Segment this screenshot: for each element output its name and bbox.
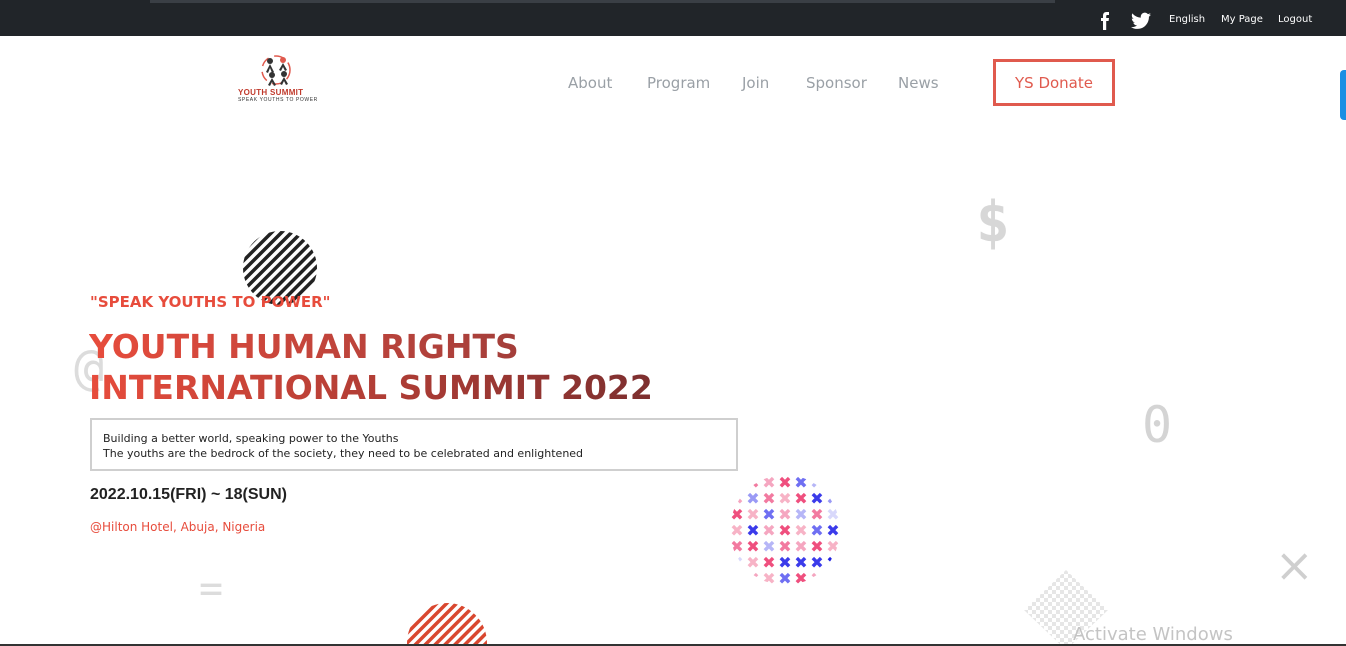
nav-program[interactable]: Program — [647, 74, 710, 92]
svg-text:✖: ✖ — [730, 553, 743, 572]
equals-symbol-icon: = — [199, 566, 224, 612]
facebook-icon[interactable] — [1099, 12, 1111, 30]
svg-text:✖: ✖ — [826, 474, 839, 492]
logo-subtitle: SPEAK YOUTHS TO POWER — [238, 97, 318, 103]
site-logo[interactable]: YOUTH SUMMIT SPEAK YOUTHS TO POWER — [236, 52, 326, 108]
striped-circle-red-icon — [407, 603, 487, 646]
cross-pattern-circle-icon: ✖ ✖ ✖ ✖ ✖ ✖ ✖ ✖ ✖ ✖ ✖ ✖ ✖ ✖ ✖ ✖ ✖ ✖ ✖ ✖ ✖ ✖ ✖ ✖ ✖ ✖ ✖ ✖ ✖ ✖ ✖ ✖ ✖ ✖ ✖ … — [730, 474, 839, 586]
logout-link[interactable]: Logout — [1278, 14, 1312, 25]
svg-text:✖: ✖ — [778, 569, 791, 586]
top-bar: English My Page Logout — [0, 0, 1346, 36]
logo-title: YOUTH SUMMIT — [238, 88, 304, 97]
nav-join[interactable]: Join — [742, 74, 769, 92]
nav-news[interactable]: News — [898, 74, 939, 92]
activate-windows-watermark: Activate Windows — [1073, 624, 1233, 645]
browser-edge-line — [150, 0, 1055, 3]
event-venue: @Hilton Hotel, Abuja, Nigeria — [90, 520, 266, 534]
side-tab[interactable] — [1340, 70, 1346, 120]
svg-text:✖: ✖ — [826, 553, 839, 572]
svg-text:✖: ✖ — [762, 569, 775, 586]
svg-text:✖: ✖ — [826, 569, 839, 586]
donate-button[interactable]: YS Donate — [993, 59, 1115, 106]
hero-tagline: "SPEAK YOUTHS TO POWER" — [90, 293, 331, 311]
hero-description-line-2: The youths are the bedrock of the societ… — [103, 447, 584, 460]
svg-text:✖: ✖ — [730, 569, 743, 586]
zero-symbol-icon: 0 — [1142, 396, 1173, 454]
svg-text:✖: ✖ — [794, 569, 807, 586]
dollar-symbol-icon: $ — [976, 190, 1010, 255]
event-date: 2022.10.15(FRI) ~ 18(SUN) — [90, 486, 287, 503]
nav-sponsor[interactable]: Sponsor — [806, 74, 867, 92]
hero-description-box: Building a better world, speaking power … — [90, 418, 738, 471]
logo-figures-icon — [261, 55, 291, 86]
nav-about[interactable]: About — [568, 74, 612, 92]
svg-text:✖: ✖ — [730, 474, 743, 492]
twitter-icon[interactable] — [1131, 12, 1151, 30]
hero-title: YOUTH HUMAN RIGHTS INTERNATIONAL SUMMIT … — [89, 326, 653, 408]
hero-description-line-1: Building a better world, speaking power … — [103, 432, 399, 445]
my-page-link[interactable]: My Page — [1221, 14, 1263, 25]
hero-title-line-2: INTERNATIONAL SUMMIT 2022 — [89, 368, 653, 407]
language-link[interactable]: English — [1169, 14, 1205, 25]
hero-title-line-1: YOUTH HUMAN RIGHTS — [89, 326, 653, 367]
svg-text:✖: ✖ — [746, 569, 759, 586]
svg-text:✖: ✖ — [810, 569, 823, 586]
times-symbol-icon: × — [1275, 538, 1314, 592]
